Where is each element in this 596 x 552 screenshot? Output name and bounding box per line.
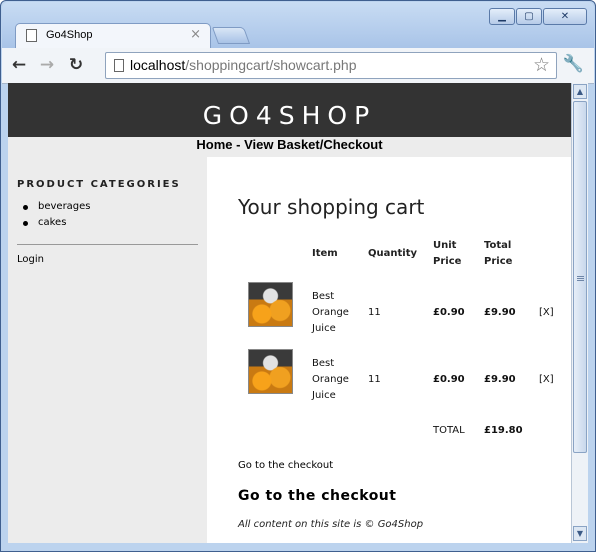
header-total-line: Total (484, 240, 512, 251)
grip-icon (577, 276, 584, 277)
item-total-price: £9.90 (484, 374, 516, 385)
vertical-scrollbar[interactable]: ▲ ▼ (571, 83, 588, 543)
scroll-down-icon[interactable]: ▼ (573, 526, 587, 541)
main-content: Your shopping cart Item Quantity Unit Pr… (207, 157, 571, 543)
top-navigation[interactable]: Home - View Basket/Checkout (8, 137, 571, 157)
footer-text: All content on this site is © Go4Shop (238, 519, 424, 530)
scroll-up-icon[interactable]: ▲ (573, 84, 587, 99)
page-icon (114, 59, 124, 72)
page-icon (26, 29, 37, 42)
page-viewport: GO4SHOP Home - View Basket/Checkout PROD… (8, 83, 571, 543)
category-item[interactable]: beverages (23, 201, 91, 217)
checkout-heading[interactable]: Go to the checkout (238, 488, 396, 504)
remove-item-button[interactable]: [X] (539, 372, 554, 388)
remove-item-button[interactable]: [X] (539, 305, 554, 321)
reload-icon[interactable]: ↻ (65, 54, 87, 76)
maximize-icon[interactable]: ▢ (516, 8, 542, 25)
item-unit-price: £0.90 (433, 374, 465, 385)
product-image (248, 282, 293, 327)
item-name-line: Orange (312, 374, 349, 385)
forward-arrow-icon[interactable]: → (36, 54, 58, 76)
back-arrow-icon[interactable]: ← (8, 54, 30, 76)
header-price-line: Price (484, 256, 513, 267)
minimize-icon[interactable]: ▁ (489, 8, 515, 25)
address-bar[interactable]: localhost/shoppingcart/showcart.php ☆ (105, 52, 557, 79)
page-title: Your shopping cart (238, 195, 425, 219)
new-tab-button[interactable] (211, 27, 251, 44)
item-quantity: 11 (368, 307, 381, 318)
header-total-price: Total Price (484, 238, 512, 270)
close-window-icon[interactable]: ✕ (543, 8, 587, 25)
header-quantity: Quantity (368, 248, 417, 259)
browser-toolbar: ← → ↻ localhost/shoppingcart/showcart.ph… (2, 48, 594, 84)
category-list: beverages cakes (23, 201, 91, 233)
tab-title: Go4Shop (46, 29, 93, 41)
total-label: TOTAL (433, 425, 465, 436)
item-name-line: Best (312, 358, 335, 369)
sidebar: PRODUCT CATEGORIES beverages cakes Login (8, 157, 207, 543)
item-unit-price: £0.90 (433, 307, 465, 318)
header-unit-price: Unit Price (433, 238, 461, 270)
item-quantity: 11 (368, 374, 381, 385)
divider (17, 244, 198, 245)
scrollbar-thumb[interactable] (573, 101, 587, 453)
item-name: Best Orange Juice (312, 289, 349, 337)
wrench-icon[interactable]: 🔧 (563, 54, 584, 74)
browser-tab[interactable]: Go4Shop × (15, 23, 211, 48)
item-total-price: £9.90 (484, 307, 516, 318)
cart-total: £19.80 (484, 425, 523, 436)
bookmark-star-icon[interactable]: ☆ (533, 54, 550, 76)
checkout-link[interactable]: Go to the checkout (238, 460, 333, 471)
url-text: localhost/shoppingcart/showcart.php (130, 57, 356, 73)
site-header: GO4SHOP (8, 83, 571, 137)
item-name-line: Juice (312, 390, 336, 401)
product-image (248, 349, 293, 394)
category-item[interactable]: cakes (23, 217, 91, 233)
item-name-line: Best (312, 291, 335, 302)
url-path: /shoppingcart/showcart.php (185, 57, 357, 73)
site-logo[interactable]: GO4SHOP (8, 101, 571, 130)
header-unit-line: Unit (433, 240, 457, 251)
categories-heading: PRODUCT CATEGORIES (17, 179, 181, 190)
header-item: Item (312, 248, 338, 259)
item-name: Best Orange Juice (312, 356, 349, 404)
item-name-line: Orange (312, 307, 349, 318)
login-link[interactable]: Login (17, 254, 44, 265)
header-price-line: Price (433, 256, 462, 267)
tab-close-icon[interactable]: × (190, 27, 201, 42)
item-name-line: Juice (312, 323, 336, 334)
window-controls: ▁ ▢ ✕ (489, 8, 587, 25)
url-host: localhost (130, 57, 186, 73)
